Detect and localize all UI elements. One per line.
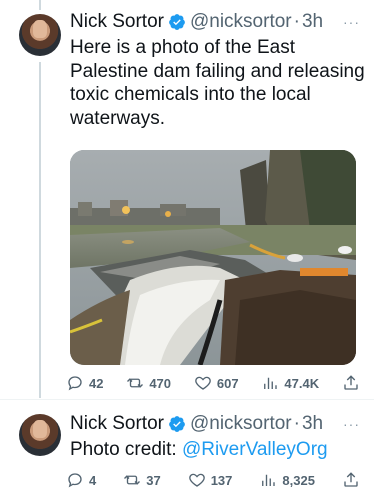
mention-link[interactable]: @RiverValleyOrg <box>182 439 328 460</box>
retweet-icon <box>127 378 144 388</box>
retweet-icon <box>124 475 141 485</box>
separator-dot: · <box>293 11 300 32</box>
views-button[interactable]: 47.4K <box>261 374 319 392</box>
verified-badge-icon <box>169 14 185 30</box>
like-button[interactable]: 137 <box>188 471 233 489</box>
timestamp[interactable]: 3h <box>302 412 323 436</box>
tweet-header: Nick Sortor @nicksortor · 3h <box>70 10 323 34</box>
reply-button[interactable]: 4 <box>66 471 96 489</box>
retweet-count: 37 <box>146 472 161 488</box>
author-name[interactable]: Nick Sortor <box>70 10 164 34</box>
retweet-button[interactable]: 470 <box>126 374 171 392</box>
like-count: 607 <box>216 375 239 391</box>
avatar[interactable] <box>19 414 61 456</box>
share-icon <box>344 375 358 390</box>
avatar[interactable] <box>19 14 61 56</box>
tweet[interactable]: Nick Sortor @nicksortor · 3h ··· Photo c… <box>0 400 374 500</box>
views-icon <box>262 474 276 486</box>
share-icon <box>344 472 358 487</box>
action-bar: 42 470 607 47.4K <box>66 373 360 393</box>
separator-dot: · <box>293 413 300 434</box>
tweet-text: Here is a photo of the East Palestine da… <box>70 37 365 129</box>
share-button[interactable] <box>342 374 360 392</box>
views-icon <box>264 377 278 389</box>
tweet-text-prefix: Photo credit: <box>70 439 182 460</box>
share-button[interactable] <box>342 471 360 489</box>
author-name[interactable]: Nick Sortor <box>70 412 164 436</box>
more-options-icon[interactable]: ··· <box>343 14 360 30</box>
tweet-photo[interactable] <box>70 150 356 365</box>
like-button[interactable]: 607 <box>194 374 239 392</box>
view-count: 8,325 <box>282 472 315 488</box>
author-handle[interactable]: @nicksortor <box>190 412 292 436</box>
retweet-count: 470 <box>149 375 172 391</box>
more-options-icon[interactable]: ··· <box>343 416 360 432</box>
tweet[interactable]: Nick Sortor @nicksortor · 3h ··· Here is… <box>0 0 374 400</box>
reply-icon <box>68 376 82 391</box>
heart-icon <box>195 376 211 390</box>
views-button[interactable]: 8,325 <box>259 471 315 489</box>
view-count: 47.4K <box>284 375 320 391</box>
tweet-text: Photo credit: @RiverValleyOrg <box>70 438 366 462</box>
verified-badge-icon <box>169 416 185 432</box>
reply-icon <box>68 473 82 488</box>
reply-count: 42 <box>89 375 104 391</box>
author-handle[interactable]: @nicksortor <box>190 10 292 34</box>
tweet-header: Nick Sortor @nicksortor · 3h <box>70 412 323 436</box>
heart-icon <box>188 473 205 487</box>
like-count: 137 <box>210 472 233 488</box>
flood-photo-illustration <box>70 150 356 365</box>
action-bar: 4 37 137 8,325 <box>66 470 360 490</box>
retweet-button[interactable]: 37 <box>123 471 161 489</box>
timestamp[interactable]: 3h <box>302 10 323 34</box>
reply-button[interactable]: 42 <box>66 374 103 392</box>
reply-count: 4 <box>89 472 97 488</box>
